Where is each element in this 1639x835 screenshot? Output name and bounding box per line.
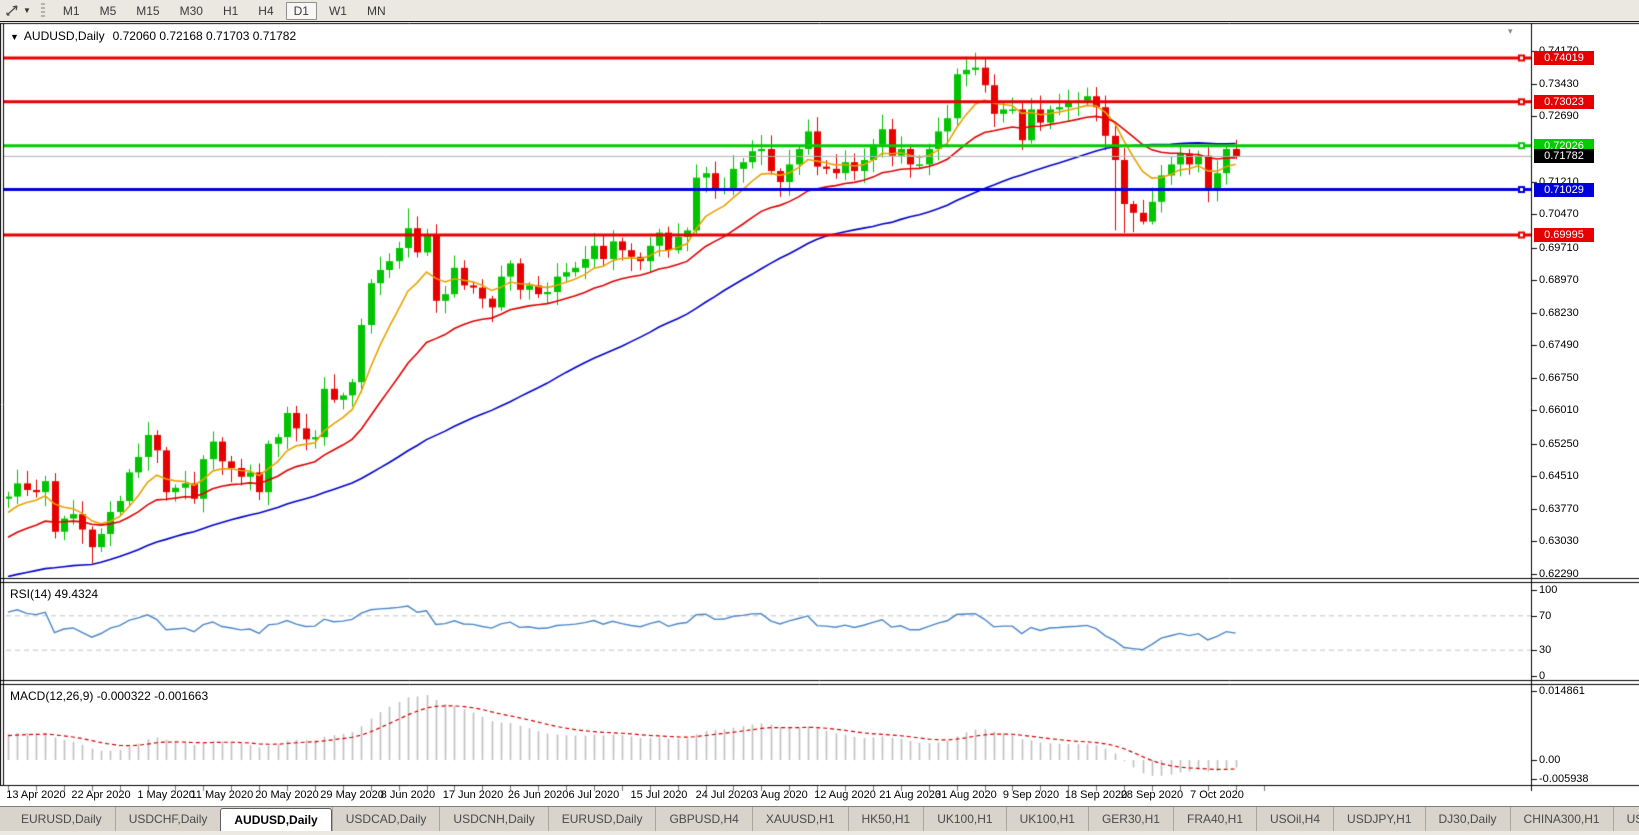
price-axis-tick: 0.72690 <box>1539 109 1579 123</box>
chart-tab-usdcad-daily[interactable]: USDCAD,Daily <box>332 807 440 831</box>
mt4-window: ▼ M1M5M15 M30H1H4 D1W1MN ▼ AUDUSD,Daily 0.72… <box>0 0 1639 835</box>
current-price-badge: 0.71782 <box>1534 149 1594 163</box>
chart-shift-marker-icon[interactable]: ▾ <box>1508 26 1513 37</box>
chart-tab-eurusd-daily[interactable]: EURUSD,Daily <box>8 807 115 831</box>
macd-axis-zero-label: 0.00 <box>1539 753 1560 767</box>
price-axis-tick: 0.73430 <box>1539 77 1579 91</box>
rsi-indicator-label: RSI(14) 49.4324 <box>10 587 98 601</box>
price-axis-tick: 0.65250 <box>1539 437 1579 451</box>
chart-tab-usdcnh-daily[interactable]: USDCNH,Daily <box>439 807 547 831</box>
toolbar-grip[interactable] <box>41 3 45 18</box>
chart-tab-dj30-daily[interactable]: DJ30,Daily <box>1425 807 1510 831</box>
chart-tab-fra40-h1[interactable]: FRA40,H1 <box>1173 807 1256 831</box>
support-line-blue-badge[interactable]: 0.71029 <box>1534 183 1594 197</box>
chart-tab-usoil-h4[interactable]: USOil,H4 <box>1256 807 1333 831</box>
price-axis-tick: 0.70470 <box>1539 207 1579 221</box>
draw-tool-group[interactable]: ▼ <box>4 3 35 18</box>
support-line-red-badge[interactable]: 0.69995 <box>1534 228 1594 242</box>
timeframe-button-m1[interactable]: M1 <box>55 2 88 20</box>
chart-tab-ger30-h1[interactable]: GER30,H1 <box>1088 807 1173 831</box>
chart-tab-uk100-h1[interactable]: UK100,H1 <box>923 807 1005 831</box>
chart-tab-gbpusd-h4[interactable]: GBPUSD,H4 <box>655 807 751 831</box>
price-axis-tick: 0.64510 <box>1539 469 1579 483</box>
chart-symbol-label: AUDUSD,Daily <box>24 29 105 43</box>
timeframe-buttons: M1M5M15 M30H1H4 D1W1MN <box>53 2 396 20</box>
resistance-line-2-badge[interactable]: 0.73023 <box>1534 95 1594 109</box>
price-axis-tick: 0.68230 <box>1539 306 1579 320</box>
timeframe-button-m5[interactable]: M5 <box>92 2 125 20</box>
price-axis-tick: 0.63770 <box>1539 502 1579 516</box>
status-strip <box>0 831 1639 835</box>
date-axis-label: 7 Oct 2020 <box>1171 789 1263 801</box>
macd-axis-top-label: 0.014861 <box>1539 684 1585 698</box>
timeframe-button-h1[interactable]: H1 <box>215 2 246 20</box>
timeframe-button-h4[interactable]: H4 <box>250 2 281 20</box>
price-axis-tick: 0.67490 <box>1539 338 1579 352</box>
rsi-axis-tick: 30 <box>1539 643 1551 657</box>
timeframe-button-mn[interactable]: MN <box>359 2 394 20</box>
chart-title: ▼ AUDUSD,Daily 0.72060 0.72168 0.71703 0.7… <box>10 29 296 43</box>
rsi-axis-tick: 0 <box>1539 669 1545 683</box>
chart-tab-bar: EURUSD,DailyUSDCHF,DailyAUDUSD,DailyUSDC… <box>0 806 1639 831</box>
chart-tab-eurusd-daily[interactable]: EURUSD,Daily <box>548 807 656 831</box>
resistance-line-1-badge[interactable]: 0.74019 <box>1534 51 1594 65</box>
rsi-axis-tick: 70 <box>1539 609 1551 623</box>
chart-tab-china300-h1[interactable]: CHINA300,H1 <box>1510 807 1613 831</box>
timeframe-button-w1[interactable]: W1 <box>321 2 355 20</box>
price-axis-tick: 0.66750 <box>1539 371 1579 385</box>
timeframe-button-d1[interactable]: D1 <box>286 2 317 20</box>
chart-tab-xauusd-h1[interactable]: XAUUSD,H1 <box>752 807 848 831</box>
chart-tab-hk50-h1[interactable]: HK50,H1 <box>848 807 924 831</box>
macd-indicator-label: MACD(12,26,9) -0.000322 -0.001663 <box>10 689 208 703</box>
price-axis-tick: 0.69710 <box>1539 241 1579 255</box>
macd-axis-bottom-label: -0.005938 <box>1539 772 1589 786</box>
price-axis-tick: 0.68970 <box>1539 273 1579 287</box>
rsi-axis-tick: 100 <box>1539 583 1557 597</box>
timeframe-button-m15[interactable]: M15 <box>128 2 167 20</box>
chart-tab-uk100-h1[interactable]: UK100,H1 <box>1006 807 1088 831</box>
chart-tab-usdjpy-h1[interactable]: USDJPY,H1 <box>1333 807 1424 831</box>
chart-tab-usoil-h1[interactable]: USOil,H1 <box>1613 807 1639 831</box>
chart-tab-usdchf-daily[interactable]: USDCHF,Daily <box>115 807 221 831</box>
collapse-arrow-icon[interactable]: ▼ <box>10 32 19 42</box>
chart-ohlc-values: 0.72060 0.72168 0.71703 0.71782 <box>113 29 297 43</box>
price-axis-tick: 0.62290 <box>1539 567 1579 581</box>
toolbar: ▼ M1M5M15 M30H1H4 D1W1MN <box>0 0 1639 22</box>
crosshair-tool-icon[interactable] <box>4 3 21 18</box>
chart-canvas[interactable] <box>0 0 1639 835</box>
chart-tab-audusd-daily[interactable]: AUDUSD,Daily <box>220 808 331 831</box>
price-axis-tick: 0.66010 <box>1539 403 1579 417</box>
timeframe-button-m30[interactable]: M30 <box>172 2 211 20</box>
chevron-down-icon[interactable]: ▼ <box>23 6 31 15</box>
price-axis-tick: 0.63030 <box>1539 534 1579 548</box>
